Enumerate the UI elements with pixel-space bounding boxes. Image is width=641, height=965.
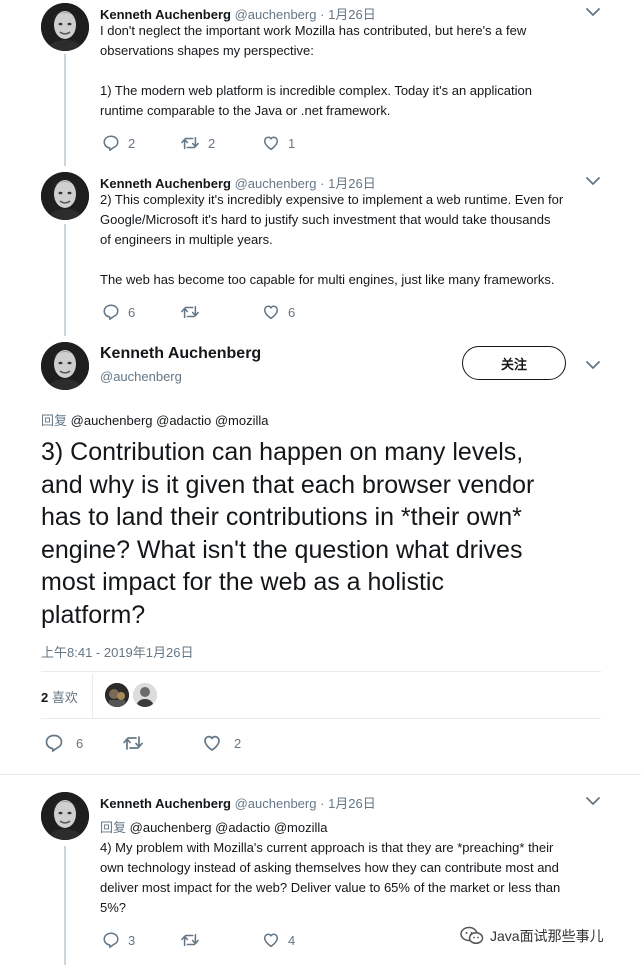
- like-button[interactable]: 1: [262, 134, 295, 152]
- author-name[interactable]: Kenneth Auchenberg: [100, 176, 231, 191]
- heart-icon: [262, 931, 280, 949]
- reply-icon: [102, 303, 120, 321]
- chevron-down-icon[interactable]: [585, 359, 601, 371]
- watermark-text: Java面试那些事儿: [490, 928, 604, 944]
- author-handle[interactable]: @auchenberg: [235, 176, 317, 191]
- retweet-button[interactable]: [180, 931, 208, 949]
- chevron-down-icon[interactable]: [585, 6, 601, 18]
- avatar[interactable]: [41, 3, 89, 51]
- avatar[interactable]: [41, 792, 89, 840]
- retweet-count: 2: [208, 135, 216, 151]
- reply-mentions[interactable]: @auchenberg @adactio @mozilla: [71, 413, 269, 428]
- tweet-line: 2) This complexity it's incredibly expen…: [100, 192, 564, 207]
- liker-avatar[interactable]: [105, 683, 129, 707]
- tweet-line: has to land their contributions in *thei…: [41, 503, 522, 531]
- retweet-icon: [180, 931, 200, 949]
- like-button[interactable]: 2: [202, 733, 241, 753]
- tweet-date[interactable]: 1月26日: [328, 796, 376, 811]
- retweet-icon: [180, 303, 200, 321]
- tweet-text: 4) My problem with Mozilla's current app…: [100, 838, 600, 918]
- tweet-line: 5%?: [100, 900, 127, 915]
- reply-button[interactable]: 2: [102, 134, 135, 152]
- follow-button[interactable]: 关注: [462, 346, 566, 380]
- likes-stat-label: 喜欢: [51, 690, 78, 705]
- like-count: 6: [288, 304, 296, 320]
- main-tweet-text: 3) Contribution can happen on many level…: [41, 436, 611, 631]
- retweet-button[interactable]: [180, 303, 208, 321]
- reply-button[interactable]: 6: [44, 733, 83, 753]
- author-name[interactable]: Kenneth Auchenberg: [100, 796, 231, 811]
- divider: [41, 718, 601, 719]
- likes-stat[interactable]: 2 喜欢: [41, 687, 78, 706]
- reply-icon: [102, 931, 120, 949]
- reply-prefix: 回复: [41, 413, 68, 428]
- thread-line: [64, 846, 66, 965]
- tweet-line: observations shapes my perspective:: [100, 43, 314, 58]
- avatar[interactable]: [41, 342, 89, 390]
- tweet-timestamp[interactable]: 上午8:41 - 2019年1月26日: [41, 642, 193, 661]
- reply-icon: [44, 733, 64, 753]
- author-name[interactable]: Kenneth Auchenberg: [100, 345, 261, 363]
- like-count: 4: [288, 932, 296, 948]
- retweet-button[interactable]: [122, 733, 152, 753]
- tweet-line: most impact for the web as a holistic: [41, 568, 444, 596]
- reply-icon: [102, 134, 120, 152]
- reply-context: 回复 @auchenberg @adactio @mozilla: [100, 817, 328, 836]
- wechat-icon: [460, 926, 484, 945]
- retweet-icon: [122, 733, 144, 753]
- tweet-line: own technology instead of asking themsel…: [100, 860, 559, 875]
- tweet-line: 4) My problem with Mozilla's current app…: [100, 840, 554, 855]
- heart-icon: [262, 303, 280, 321]
- thread-line: [64, 224, 66, 336]
- like-count: 2: [234, 735, 242, 751]
- tweet-line: 1) The modern web platform is incredible…: [100, 83, 532, 98]
- tweet-line: 3) Contribution can happen on many level…: [41, 438, 524, 466]
- reply-button[interactable]: 3: [102, 931, 135, 949]
- tweet-line: of engineers in multiple years.: [100, 232, 273, 247]
- author-handle[interactable]: @auchenberg: [235, 796, 317, 811]
- reply-context: 回复 @auchenberg @adactio @mozilla: [41, 410, 269, 429]
- tweet-header: Kenneth Auchenberg @auchenberg · 1月26日: [100, 796, 376, 811]
- reply-count: 6: [76, 735, 84, 751]
- reply-count: 2: [128, 135, 136, 151]
- reply-count: 6: [128, 304, 136, 320]
- tweet-date[interactable]: 1月26日: [328, 7, 376, 22]
- reply-button[interactable]: 6: [102, 303, 135, 321]
- author-handle[interactable]: @auchenberg: [235, 7, 317, 22]
- tweet-line: and why is it given that each browser ve…: [41, 470, 535, 499]
- author-handle[interactable]: @auchenberg: [100, 369, 182, 384]
- reply-mentions[interactable]: @auchenberg @adactio @mozilla: [130, 820, 328, 835]
- tweet-date[interactable]: 1月26日: [328, 176, 376, 191]
- retweet-icon: [180, 134, 200, 152]
- reply-count: 3: [128, 932, 136, 948]
- tweet-line: deliver most impact for the web? Deliver…: [100, 880, 561, 895]
- tweet-line: I don't neglect the important work Mozil…: [100, 23, 527, 38]
- tweet-line: The web has become too capable for multi…: [100, 272, 555, 287]
- reply-prefix: 回复: [100, 820, 127, 835]
- like-button[interactable]: 6: [262, 303, 295, 321]
- heart-icon: [262, 134, 280, 152]
- tweet-line: platform?: [41, 600, 146, 629]
- chevron-down-icon[interactable]: [585, 795, 601, 807]
- chevron-down-icon[interactable]: [585, 175, 601, 187]
- tweet-text: I don't neglect the important work Mozil…: [100, 21, 600, 121]
- retweet-button[interactable]: 2: [180, 134, 215, 152]
- divider: [0, 774, 641, 775]
- avatar[interactable]: [41, 172, 89, 220]
- tweet-line: Google/Microsoft it's hard to justify su…: [100, 212, 551, 227]
- tweet-text: 2) This complexity it's incredibly expen…: [100, 190, 600, 290]
- liker-avatar[interactable]: [133, 683, 157, 707]
- like-button[interactable]: 4: [262, 931, 295, 949]
- watermark: Java面试那些事儿: [460, 926, 604, 946]
- heart-icon: [202, 733, 222, 753]
- author-name[interactable]: Kenneth Auchenberg: [100, 7, 231, 22]
- thread-line: [64, 54, 66, 166]
- like-count: 1: [288, 135, 296, 151]
- tweet-line: engine? What isn't the question what dri…: [41, 535, 523, 564]
- tweet-line: runtime comparable to the Java or .net f…: [100, 103, 391, 118]
- likes-stat-count: 2: [41, 690, 49, 705]
- divider-vertical: [92, 674, 93, 718]
- divider: [41, 671, 601, 672]
